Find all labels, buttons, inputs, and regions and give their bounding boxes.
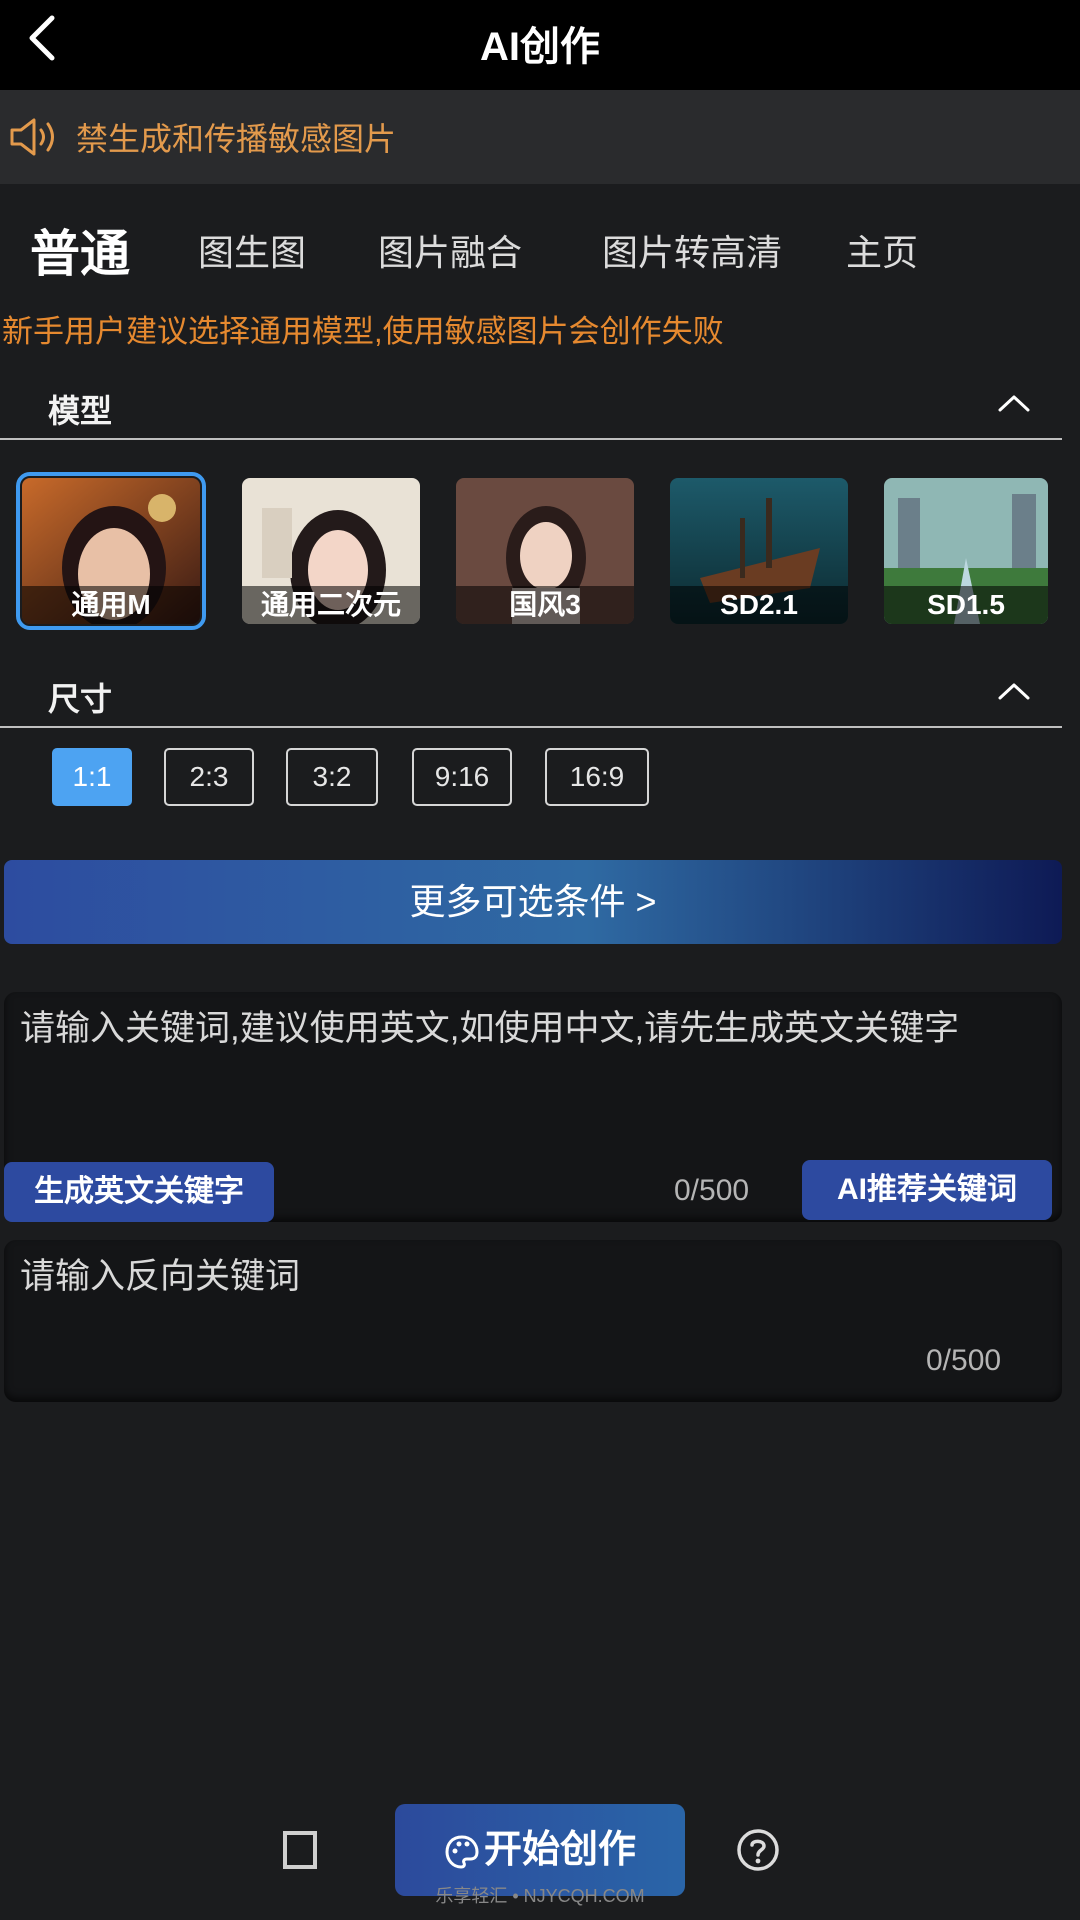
tab-home[interactable]: 主页 <box>846 224 918 276</box>
model-card-general-anime[interactable]: 通用二次元 <box>242 478 420 624</box>
speaker-icon <box>10 118 54 156</box>
notice-bar: 禁生成和传播敏感图片 <box>0 90 1080 184</box>
size-option-1-1[interactable]: 1:1 <box>52 748 132 806</box>
more-options-button[interactable]: 更多可选条件 > <box>4 860 1062 944</box>
top-bar: AI创作 <box>0 0 1080 90</box>
model-label: 通用M <box>22 586 200 624</box>
size-option-9-16[interactable]: 9:16 <box>412 748 512 806</box>
help-icon[interactable] <box>736 1828 780 1872</box>
model-card-sd21[interactable]: SD2.1 <box>670 478 848 624</box>
size-option-2-3[interactable]: 2:3 <box>164 748 254 806</box>
tab-normal[interactable]: 普通 <box>30 214 130 286</box>
model-card-sd15[interactable]: SD1.5 <box>884 478 1048 624</box>
model-card-general-m[interactable]: 通用M <box>16 472 206 630</box>
prompt-placeholder: 请输入关键词,建议使用英文,如使用中文,请先生成英文关键字 <box>20 1009 960 1048</box>
model-card-guofeng3[interactable]: 国风3 <box>456 478 634 624</box>
size-section-title: 尺寸 <box>48 681 113 717</box>
negative-prompt-placeholder: 请输入反向关键词 <box>20 1257 301 1296</box>
tab-upscale[interactable]: 图片转高清 <box>602 224 782 276</box>
negative-prompt-char-count: 0/500 <box>926 1344 1002 1377</box>
square-icon[interactable] <box>282 1830 318 1870</box>
model-label: SD2.1 <box>670 586 848 624</box>
watermark-text: 乐享轻汇 • NJYCQH.COM <box>435 1886 645 1906</box>
notice-text: 禁生成和传播敏感图片 <box>76 121 397 157</box>
model-label: SD1.5 <box>884 586 1048 624</box>
chevron-up-icon[interactable] <box>994 388 1034 418</box>
tab-image-to-image[interactable]: 图生图 <box>198 224 306 276</box>
start-create-label: 开始创作 <box>483 1829 636 1871</box>
model-label: 国风3 <box>456 586 634 624</box>
generate-english-keywords-button[interactable]: 生成英文关键字 <box>4 1162 274 1222</box>
model-label: 通用二次元 <box>242 586 420 624</box>
warning-text: 新手用户建议选择通用模型,使用敏感图片会创作失败 <box>2 314 724 349</box>
negative-prompt-input[interactable]: 请输入反向关键词 0/500 <box>4 1240 1062 1402</box>
ai-recommend-keywords-button[interactable]: AI推荐关键词 <box>802 1160 1052 1220</box>
size-section-header[interactable]: 尺寸 <box>0 662 1062 728</box>
size-option-16-9[interactable]: 16:9 <box>545 748 649 806</box>
model-section-header[interactable]: 模型 <box>0 374 1062 440</box>
model-section-title: 模型 <box>48 393 113 429</box>
tab-image-fusion[interactable]: 图片融合 <box>378 224 522 276</box>
chevron-up-icon[interactable] <box>994 676 1034 706</box>
prompt-input[interactable]: 请输入关键词,建议使用英文,如使用中文,请先生成英文关键字 生成英文关键字 0/… <box>4 992 1062 1222</box>
mode-tabs: 普通 图生图 图片融合 图片转高清 主页 <box>0 210 1080 282</box>
palette-icon <box>445 1835 479 1869</box>
page-title: AI创作 <box>480 25 600 69</box>
size-option-3-2[interactable]: 3:2 <box>286 748 378 806</box>
prompt-char-count: 0/500 <box>674 1174 750 1207</box>
